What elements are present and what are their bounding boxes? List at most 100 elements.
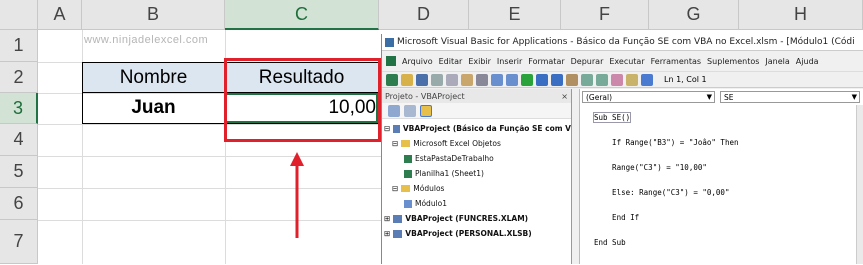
row-header-7[interactable]: 7: [0, 220, 38, 264]
project-explorer-tools: [382, 103, 571, 119]
tree-item-label: EstaPastaDeTrabalho: [415, 154, 494, 163]
menu-ajuda[interactable]: Ajuda: [796, 57, 819, 66]
toolbox-icon[interactable]: [626, 73, 638, 86]
row-header-5[interactable]: 5: [0, 156, 38, 188]
design-mode-icon[interactable]: [566, 73, 578, 86]
code-window: (Geral) ▼ SE ▼ Sub SE() If Range("B3") =…: [579, 89, 863, 264]
collapse-icon[interactable]: ⊟: [392, 181, 398, 196]
view-object-icon[interactable]: [404, 104, 416, 117]
project-explorer-icon[interactable]: [581, 73, 593, 86]
row-header-6[interactable]: 6: [0, 188, 38, 220]
expand-icon[interactable]: ⊞: [384, 211, 390, 226]
toggle-folders-icon[interactable]: [420, 104, 432, 117]
row-header-2[interactable]: 2: [0, 62, 38, 93]
object-combo-value: (Geral): [586, 92, 613, 102]
column-header-f[interactable]: F: [561, 0, 649, 30]
menu-arquivo[interactable]: Arquivo: [402, 57, 433, 66]
tree-item[interactable]: EstaPastaDeTrabalho: [382, 151, 571, 166]
expand-icon[interactable]: ⊞: [384, 226, 390, 241]
tree-item[interactable]: ⊟ Microsoft Excel Objetos: [382, 136, 571, 151]
object-browser-icon[interactable]: [611, 73, 623, 86]
vbe-title-bar: Microsoft Visual Basic for Applications …: [382, 34, 863, 51]
menu-executar[interactable]: Executar: [609, 57, 644, 66]
cursor-position: Ln 1, Col 1: [664, 75, 707, 84]
menu-depurar[interactable]: Depurar: [571, 57, 604, 66]
tree-item[interactable]: ⊟ VBAProject (Básico da Função SE com V: [382, 121, 571, 136]
copy-icon[interactable]: [446, 73, 458, 86]
column-header-h[interactable]: H: [739, 0, 863, 30]
watermark-text: www.ninjadelexcel.com: [84, 34, 209, 46]
project-explorer-header: Projeto - VBAProject ×: [382, 89, 571, 103]
code-editor[interactable]: Sub SE() If Range("B3") = "Joâo" Then Ra…: [592, 105, 858, 265]
code-line: Sub SE(): [592, 105, 858, 130]
tree-item-label: Módulos: [413, 184, 445, 193]
tree-item-label: VBAProject (FUNCRES.XLAM): [405, 214, 529, 223]
help-icon[interactable]: [641, 73, 653, 86]
cell-b2-header[interactable]: Nombre: [82, 62, 225, 93]
menu-ferramentas[interactable]: Ferramentas: [651, 57, 701, 66]
object-combo[interactable]: (Geral) ▼: [582, 91, 715, 103]
select-all-corner[interactable]: [0, 0, 38, 30]
stop-icon[interactable]: [551, 73, 563, 86]
chevron-down-icon[interactable]: ▼: [852, 93, 859, 101]
excel-view-icon[interactable]: [386, 73, 398, 86]
find-icon[interactable]: [476, 73, 488, 86]
row-header-1[interactable]: 1: [0, 30, 38, 62]
menu-inserir[interactable]: Inserir: [497, 57, 522, 66]
menu-suplementos[interactable]: Suplementos: [707, 57, 759, 66]
menu-exibir[interactable]: Exibir: [468, 57, 491, 66]
project-explorer-title: Projeto - VBAProject: [385, 91, 465, 101]
menu-editar[interactable]: Editar: [439, 57, 463, 66]
collapse-icon[interactable]: ⊟: [384, 121, 390, 136]
column-header-a[interactable]: A: [38, 0, 82, 30]
collapse-icon[interactable]: ⊟: [392, 136, 398, 151]
tree-item[interactable]: ⊞ VBAProject (PERSONAL.XLSB): [382, 226, 571, 241]
row-header-3[interactable]: 3: [0, 93, 38, 124]
code-text: Else: Range("C3") = "0,00": [594, 188, 730, 197]
redo-icon[interactable]: [506, 73, 518, 86]
run-icon[interactable]: [521, 73, 533, 86]
folder-icon: [401, 185, 411, 192]
folder-icon: [401, 140, 411, 147]
column-header-c[interactable]: C: [225, 0, 379, 30]
pause-icon[interactable]: [536, 73, 548, 86]
cell-b3[interactable]: Juan: [82, 92, 225, 124]
column-header-e[interactable]: E: [469, 0, 561, 30]
cut-icon[interactable]: [431, 73, 443, 86]
paste-icon[interactable]: [461, 73, 473, 86]
code-text: End If: [594, 213, 640, 222]
column-header-b[interactable]: B: [82, 0, 225, 30]
properties-icon[interactable]: [596, 73, 608, 86]
column-header-d[interactable]: D: [379, 0, 469, 30]
save-icon[interactable]: [416, 73, 428, 86]
arrow-up-icon: [290, 152, 304, 238]
tree-item[interactable]: Planilha1 (Sheet1): [382, 166, 571, 181]
tree-item[interactable]: ⊞ VBAProject (FUNCRES.XLAM): [382, 211, 571, 226]
row-header-4[interactable]: 4: [0, 124, 38, 156]
procedure-combo[interactable]: SE ▼: [720, 91, 860, 103]
vertical-scrollbar[interactable]: [856, 105, 863, 264]
undo-icon[interactable]: [491, 73, 503, 86]
column-header-g[interactable]: G: [649, 0, 739, 30]
gridline: [38, 156, 381, 157]
workbook-icon: [404, 154, 412, 163]
code-text: If Range("B3") = "Joâo" Then: [594, 138, 739, 147]
tree-item[interactable]: ⊟ Módulos: [382, 181, 571, 196]
highlight-box: [224, 58, 381, 142]
gridline: [38, 188, 381, 189]
insert-module-icon[interactable]: [401, 73, 413, 86]
excel-icon[interactable]: [386, 56, 396, 66]
view-code-icon[interactable]: [388, 104, 400, 117]
code-text: Range("C3") = "10,00": [594, 163, 707, 172]
vbe-menu-bar: Arquivo Editar Exibir Inserir Formatar D…: [382, 51, 863, 71]
project-icon: [393, 214, 403, 223]
tree-item[interactable]: Módulo1: [382, 196, 571, 211]
menu-janela[interactable]: Janela: [765, 57, 789, 66]
code-line: Else: Range("C3") = "0,00": [594, 180, 858, 205]
tree-item-label: VBAProject (PERSONAL.XLSB): [405, 229, 532, 238]
close-icon[interactable]: ×: [561, 92, 568, 101]
chevron-down-icon[interactable]: ▼: [707, 93, 714, 101]
code-line: End If: [594, 205, 858, 230]
project-icon: [393, 124, 400, 133]
menu-formatar[interactable]: Formatar: [528, 57, 564, 66]
